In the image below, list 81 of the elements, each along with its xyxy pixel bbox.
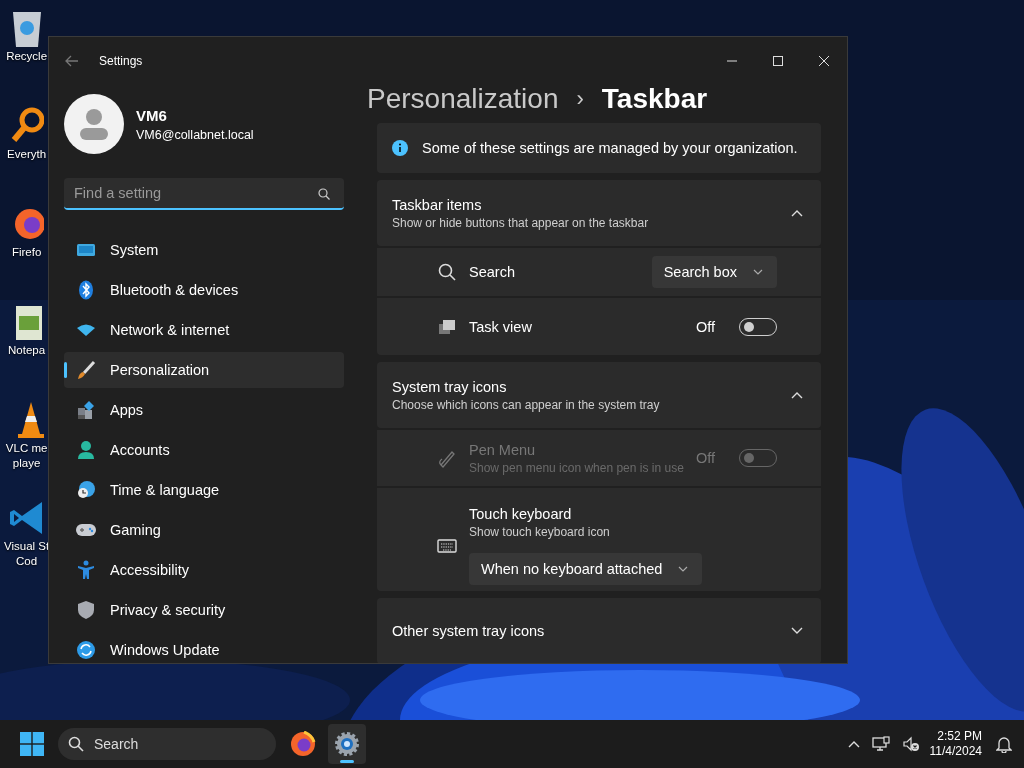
desktop-icon-label: Firefo bbox=[11, 246, 42, 259]
breadcrumb-parent[interactable]: Personalization bbox=[367, 83, 559, 115]
search-icon[interactable] bbox=[318, 188, 330, 200]
taskbar-app[interactable] bbox=[328, 724, 366, 764]
accessibility-icon bbox=[77, 560, 95, 580]
breadcrumb-separator: › bbox=[576, 86, 584, 112]
apps-icon bbox=[76, 400, 96, 420]
desktop-icon-label: Recycle bbox=[6, 50, 48, 63]
gamepad-icon bbox=[75, 522, 97, 538]
search-icon bbox=[438, 263, 456, 281]
sync-icon bbox=[76, 640, 96, 660]
browser-icon bbox=[290, 731, 316, 757]
dropdown[interactable]: When no keyboard attached bbox=[469, 553, 703, 585]
bell-icon[interactable] bbox=[996, 735, 1012, 753]
nav-item[interactable]: Apps bbox=[64, 392, 344, 428]
person-icon bbox=[77, 440, 95, 460]
section-title: System tray icons bbox=[392, 378, 508, 395]
toggle-state: Off bbox=[695, 450, 715, 466]
clock-globe-icon bbox=[76, 480, 96, 500]
page-title: Taskbar bbox=[601, 83, 708, 115]
window-title: Settings bbox=[99, 54, 143, 68]
nav-item[interactable]: Accessibility bbox=[64, 552, 344, 588]
muted-speaker-icon[interactable] bbox=[901, 736, 920, 752]
nav-item[interactable]: Time & language bbox=[64, 472, 344, 508]
nav-item[interactable]: System bbox=[64, 232, 344, 268]
section-title: Taskbar items bbox=[392, 196, 483, 213]
desktop-icon-label: playe bbox=[12, 457, 41, 470]
section-header[interactable]: System tray icons Choose which icons can appear in the system tray bbox=[377, 362, 821, 428]
setting-label: Search bbox=[469, 264, 516, 280]
section-subtitle: Choose which icons can appear in the system tray bbox=[392, 397, 660, 412]
info-icon bbox=[392, 140, 408, 156]
account-email: VM6@collabnet.local bbox=[136, 127, 254, 142]
search-icon bbox=[68, 736, 84, 752]
monitor-icon bbox=[76, 242, 96, 258]
avatar[interactable] bbox=[64, 94, 124, 154]
toggle-state: Off bbox=[695, 318, 715, 335]
nav-item[interactable]: Privacy & security bbox=[64, 592, 344, 628]
desktop-icon-label: Notepa bbox=[8, 344, 46, 357]
network-icon[interactable] bbox=[871, 736, 890, 752]
section-title: Other system tray icons bbox=[392, 623, 545, 639]
maximize-icon[interactable] bbox=[773, 56, 783, 66]
setting-label: Task view bbox=[469, 318, 533, 335]
section-header[interactable]: Taskbar items Show or hide buttons that appear on the taskbar bbox=[377, 180, 821, 246]
account-name: VM6 bbox=[136, 106, 168, 124]
clock-date[interactable]: 11/4/2024 bbox=[929, 744, 982, 759]
chevron-down-icon bbox=[678, 566, 689, 572]
chevron-down-icon bbox=[753, 269, 763, 275]
setting-label: Pen Menu bbox=[469, 441, 537, 458]
brush-icon bbox=[76, 360, 96, 380]
nav-item[interactable]: Personalization bbox=[64, 352, 344, 388]
nav-item[interactable]: Windows Update bbox=[64, 632, 344, 663]
chevron-down-icon[interactable] bbox=[791, 627, 803, 635]
taskbar-search[interactable]: Search bbox=[58, 728, 276, 760]
chevron-up-icon[interactable] bbox=[847, 740, 860, 748]
chevron-up-icon[interactable] bbox=[791, 391, 803, 399]
chevron-up-icon[interactable] bbox=[791, 209, 803, 217]
task-view-icon bbox=[438, 318, 456, 335]
nav-item[interactable]: Accounts bbox=[64, 432, 344, 468]
info-message: Some of these settings are managed by your organization. bbox=[422, 140, 798, 156]
back-arrow-icon[interactable] bbox=[65, 55, 79, 67]
bluetooth-icon bbox=[78, 280, 94, 300]
setting-description: Show touch keyboard icon bbox=[469, 525, 611, 539]
selection-indicator bbox=[64, 362, 67, 378]
gear-icon bbox=[334, 731, 360, 757]
setting-label: Touch keyboard bbox=[469, 506, 573, 522]
search-field[interactable]: Find a setting bbox=[64, 178, 344, 210]
nav-item[interactable]: Gaming bbox=[64, 512, 344, 548]
desktop-icon-label: Cod bbox=[16, 555, 38, 568]
desktop-icon-label: VLC me bbox=[5, 442, 48, 455]
desktop-icon-label: Everyth bbox=[7, 148, 47, 161]
nav-item[interactable]: Bluetooth & devices bbox=[64, 272, 344, 308]
keyboard-icon bbox=[437, 538, 457, 553]
close-icon[interactable] bbox=[819, 56, 829, 66]
dropdown[interactable]: Search box bbox=[651, 256, 777, 288]
section-subtitle: Show or hide buttons that appear on the taskbar bbox=[392, 215, 649, 230]
section-header[interactable]: Other system tray icons bbox=[377, 598, 821, 663]
windows-logo-icon[interactable] bbox=[20, 732, 44, 756]
nav-item[interactable]: Network & internet bbox=[64, 312, 344, 348]
shield-icon bbox=[77, 600, 95, 620]
wifi-icon bbox=[76, 323, 96, 337]
clock-time[interactable]: 2:52 PM bbox=[937, 729, 982, 744]
